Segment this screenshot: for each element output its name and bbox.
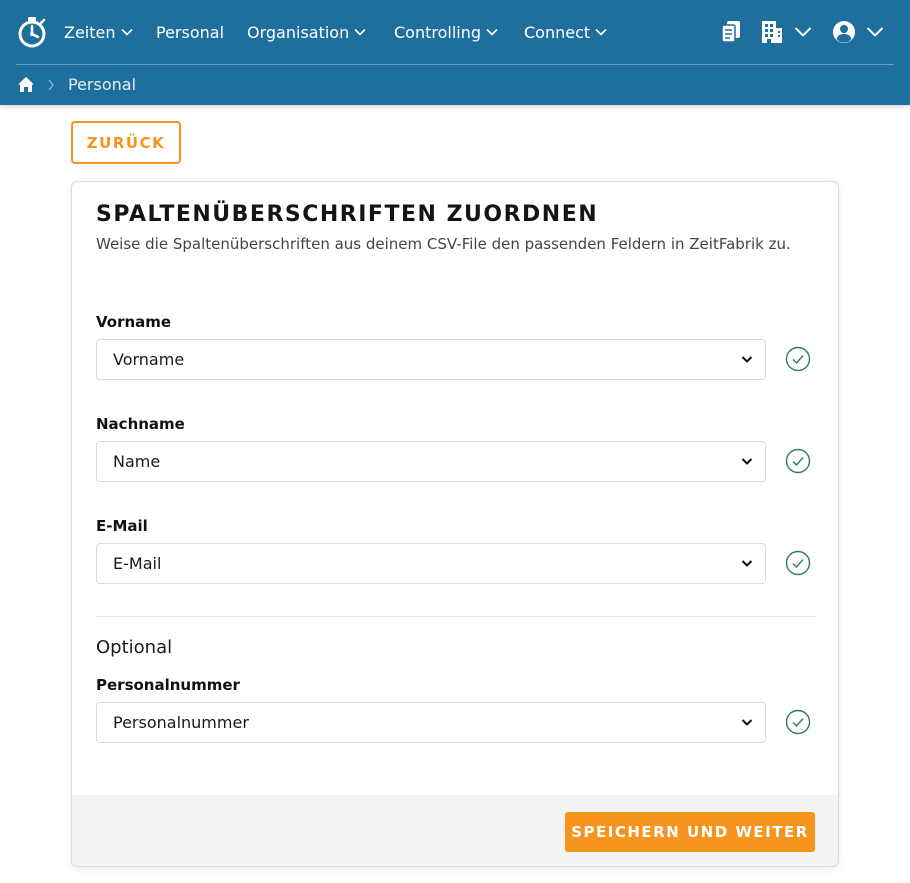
- card-title: SPALTENÜBERSCHRIFTEN ZUORDNEN: [96, 202, 599, 227]
- home-icon[interactable]: [17, 76, 35, 93]
- select-nachname[interactable]: Name: [96, 441, 766, 482]
- nav-personal[interactable]: Personal: [156, 21, 224, 43]
- user-menu[interactable]: [832, 19, 886, 45]
- nav-zeiten[interactable]: Zeiten: [64, 21, 133, 43]
- select-value: Vorname: [113, 350, 185, 369]
- column-mapping-card: SPALTENÜBERSCHRIFTEN ZUORDNEN Weise die …: [71, 181, 839, 867]
- building-icon: [762, 21, 782, 43]
- field-label-email: E-Mail: [96, 517, 148, 535]
- check-circle-icon: [785, 448, 811, 474]
- optional-heading: Optional: [96, 637, 173, 658]
- nav-controlling[interactable]: Controlling: [394, 21, 498, 43]
- check-circle-icon: [785, 550, 811, 576]
- nav-organisation-label: Organisation: [247, 22, 350, 42]
- nav-organisation[interactable]: Organisation: [247, 21, 366, 43]
- select-email[interactable]: E-Mail: [96, 543, 766, 584]
- select-value: Name: [113, 452, 161, 471]
- chevron-down-icon: [120, 28, 133, 36]
- chevron-down-icon: [741, 560, 753, 567]
- chevron-down-icon: [354, 28, 366, 36]
- chevron-down-icon: [595, 28, 607, 36]
- company-switcher[interactable]: [760, 20, 814, 44]
- main-nav: Zeiten Personal Organisation Controlling…: [0, 0, 910, 64]
- chevron-down-icon: [741, 356, 753, 363]
- check-circle-icon: [785, 709, 811, 735]
- user-icon: [833, 21, 855, 43]
- save-and-continue-button[interactable]: SPEICHERN UND WEITER: [565, 812, 815, 852]
- documents-icon: [721, 21, 740, 43]
- select-vorname[interactable]: Vorname: [96, 339, 766, 380]
- field-label-vorname: Vorname: [96, 313, 172, 331]
- back-button[interactable]: ZURÜCK: [71, 121, 181, 164]
- chevron-right-icon: [48, 79, 54, 91]
- chevron-down-icon: [866, 27, 884, 37]
- card-subtitle: Weise die Spaltenüberschriften aus deine…: [96, 235, 791, 253]
- documents-button[interactable]: [720, 20, 742, 44]
- chevron-down-icon: [486, 28, 498, 36]
- card-footer: SPEICHERN UND WEITER: [72, 795, 838, 866]
- select-value: E-Mail: [113, 554, 162, 573]
- select-personalnummer[interactable]: Personalnummer: [96, 702, 766, 743]
- field-label-personalnummer: Personalnummer: [96, 676, 240, 694]
- check-circle-icon: [785, 346, 811, 372]
- nav-personal-label: Personal: [156, 22, 225, 42]
- chevron-down-icon: [741, 719, 753, 726]
- section-divider: [96, 616, 815, 617]
- nav-controlling-label: Controlling: [394, 22, 482, 42]
- chevron-down-icon: [794, 27, 812, 37]
- nav-connect[interactable]: Connect: [524, 21, 607, 43]
- nav-zeiten-label: Zeiten: [64, 22, 116, 42]
- breadcrumb: Personal: [0, 65, 910, 105]
- select-value: Personalnummer: [113, 713, 249, 732]
- logo-icon[interactable]: [17, 16, 47, 48]
- top-navigation-bar: Zeiten Personal Organisation Controlling…: [0, 0, 910, 105]
- breadcrumb-current: Personal: [68, 75, 137, 94]
- field-label-nachname: Nachname: [96, 415, 185, 433]
- chevron-down-icon: [741, 458, 753, 465]
- nav-connect-label: Connect: [524, 22, 591, 42]
